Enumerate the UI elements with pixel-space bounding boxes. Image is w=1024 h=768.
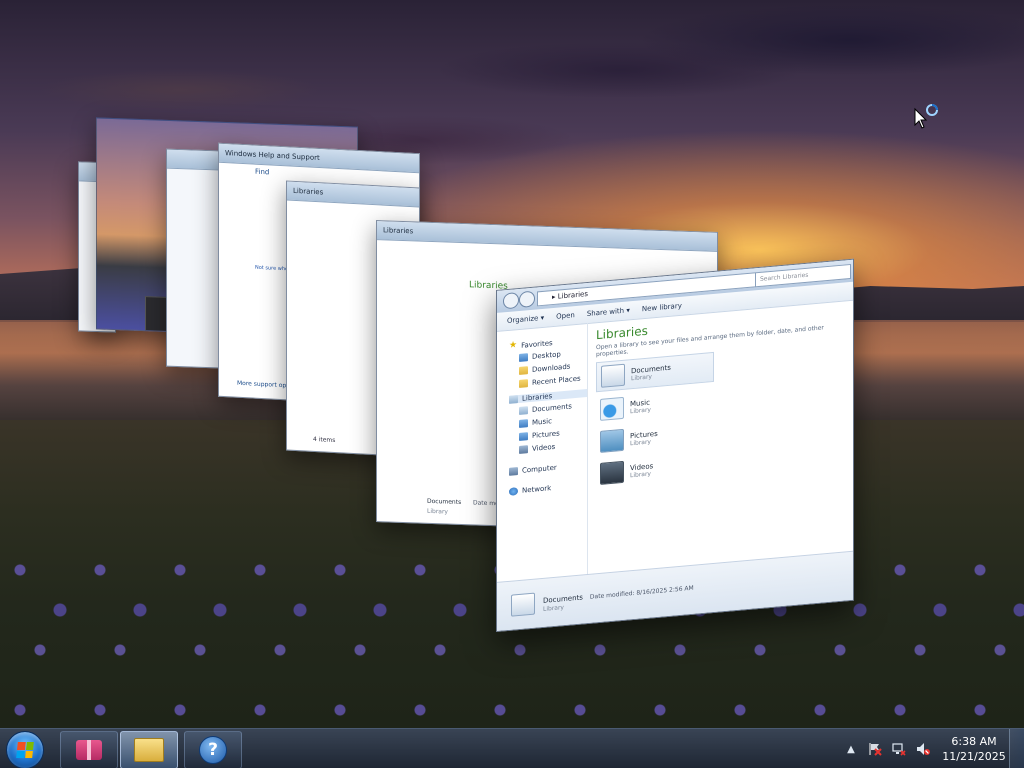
taskbar-help-and-support[interactable]: ? [184,731,242,768]
nav-network[interactable]: Network [509,481,587,496]
share-with-button[interactable]: Share with ▾ [587,306,630,318]
pictures-icon [519,431,528,441]
documents-icon [519,405,528,415]
music-icon [519,418,528,428]
clock-time: 6:38 AM [951,735,997,748]
show-desktop-button[interactable] [1009,729,1024,768]
gift-box-icon [76,740,102,760]
libraries-window[interactable]: ▸ Libraries Search Libraries Organize ▾ … [496,258,854,632]
library-pictures[interactable]: Pictures Library [596,418,712,456]
back-button[interactable] [503,291,519,310]
network-status-icon[interactable] [892,742,906,756]
library-videos[interactable]: Videos Library [596,450,712,488]
content-pane: Libraries Open a library to see your fil… [588,300,853,575]
taskbar-gift-app[interactable] [60,731,118,768]
system-clock[interactable]: 6:38 AM 11/21/2025 [939,734,1009,764]
busy-cursor-icon [914,104,938,129]
taskbar: ? ▲ 6:38 AM 11/21/2025 [0,728,1024,768]
libraries-icon [509,395,518,404]
forward-button[interactable] [519,290,535,308]
help-question-icon: ? [199,736,227,764]
address-arrow-icon: ▸ [552,292,556,302]
new-library-button[interactable]: New library [642,302,682,314]
pictures-library-icon [600,428,624,453]
taskbar-windows-explorer[interactable] [120,731,178,768]
volume-muted-icon[interactable] [916,742,930,756]
libraries3-details-name: Documents [427,497,462,507]
details-documents-icon [511,592,535,617]
clock-date: 11/21/2025 [942,750,1006,763]
desktop: Windows Help and Support Find Not sure w… [0,0,1024,728]
library-documents[interactable]: Documents Library [596,351,714,393]
address-text: Libraries [557,289,588,301]
desktop-icon [519,352,528,362]
music-library-icon [600,396,624,421]
libraries3-details-type: Library [427,507,448,516]
windows-logo-icon [16,742,34,758]
show-hidden-icons-button[interactable]: ▲ [844,742,858,756]
explorer-folder-icon [134,738,164,762]
start-button[interactable] [6,731,44,768]
libraries2-status: 4 items [313,435,336,445]
star-icon: ★ [509,340,518,351]
action-center-flag-icon[interactable] [868,742,882,756]
open-button[interactable]: Open [556,311,575,321]
navigation-pane: ★ Favorites Desktop Downloads Recent Pla… [497,322,588,583]
organize-button[interactable]: Organize ▾ [507,314,544,325]
videos-icon [519,444,528,454]
notification-area: ▲ 6:38 AM 11/21/2025 [839,729,1024,768]
downloads-icon [519,365,528,375]
documents-library-icon [601,363,625,388]
videos-library-icon [600,460,624,485]
library-music[interactable]: Music Library [596,386,712,424]
network-icon [509,487,518,496]
computer-icon [509,467,518,476]
nav-computer[interactable]: Computer [509,461,587,476]
recent-places-icon [519,378,528,388]
